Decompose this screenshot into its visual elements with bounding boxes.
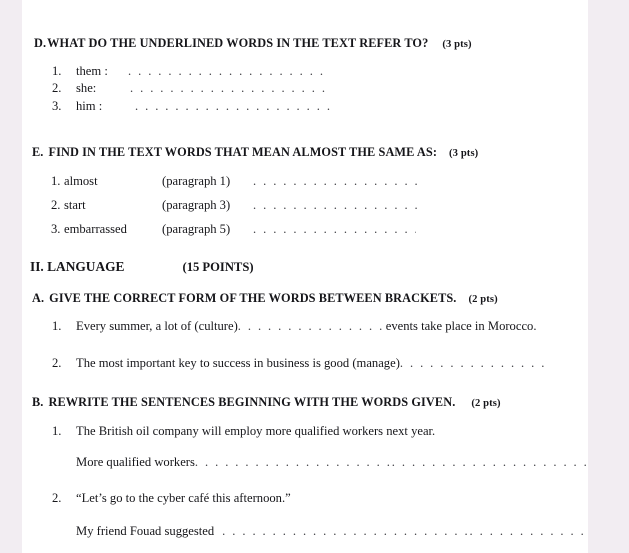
item-word: start bbox=[64, 198, 86, 212]
exam-paper-page: D.WHAT DO THE UNDERLINED WORDS IN THE TE… bbox=[22, 0, 588, 553]
list-item: 1. almost (paragraph 1) . . . . . . . . … bbox=[51, 174, 421, 189]
item-number: 2. bbox=[52, 356, 62, 370]
answer-dotted-line[interactable]: . . . . . . . . . . . . . . . . . . . . … bbox=[253, 174, 421, 189]
question-b-title: REWRITE THE SENTENCES BEGINNING WITH THE… bbox=[48, 395, 456, 409]
item-sentence: “Let’s go to the cyber café this afterno… bbox=[76, 491, 291, 505]
list-item: 1. Every summer, a lot of (culture) . . … bbox=[52, 319, 536, 334]
answer-dotted-line[interactable]: . . . . . . . . . . . . . . . . . . . . … bbox=[253, 198, 423, 213]
answer-prefix: My friend Fouad suggested bbox=[76, 524, 215, 538]
list-item: 1. The British oil company will employ m… bbox=[52, 424, 435, 439]
item-number: 1. bbox=[52, 424, 62, 438]
answer-dotted-line[interactable]: . . . . . . . . . . . . . . . . . . . . … bbox=[400, 356, 550, 371]
item-number: 3. bbox=[52, 99, 62, 113]
question-e-points: (3 pts) bbox=[449, 148, 479, 159]
question-a-points: (2 pts) bbox=[468, 294, 498, 305]
answer-dotted-line[interactable]: . . . . . . . . . . . . . . . . . . . ..… bbox=[195, 455, 588, 470]
section-language-points: (15 POINTS) bbox=[182, 260, 254, 274]
item-number: 1. bbox=[51, 174, 61, 188]
answer-dotted-line[interactable]: . . . . . . . . . . . . . . . . . . . . … bbox=[253, 222, 416, 237]
item-word: embarrassed bbox=[64, 222, 127, 236]
question-a-title: GIVE THE CORRECT FORM OF THE WORDS BETWE… bbox=[49, 291, 457, 305]
answer-prefix: More qualified workers bbox=[76, 455, 195, 469]
question-b-label: B. bbox=[32, 395, 44, 409]
item-word: she: bbox=[76, 81, 97, 95]
item-number: 3. bbox=[51, 222, 61, 236]
item-number: 1. bbox=[52, 64, 62, 78]
list-item: 3. embarrassed (paragraph 5) . . . . . .… bbox=[51, 222, 416, 237]
item-paragraph-ref: (paragraph 3) bbox=[162, 198, 231, 212]
question-e-title: FIND IN THE TEXT WORDS THAT MEAN ALMOST … bbox=[48, 145, 438, 159]
item-sentence: The British oil company will employ more… bbox=[76, 424, 436, 438]
answer-dotted-line[interactable]: . . . . . . . . . . . . . . . . . . . . … bbox=[135, 99, 330, 114]
question-d-label: D. bbox=[34, 36, 47, 50]
item-word: him : bbox=[76, 99, 103, 113]
list-item: 3. him : . . . . . . . . . . . . . . . .… bbox=[52, 99, 330, 114]
item-number: 2. bbox=[51, 198, 61, 212]
answer-line: More qualified workers . . . . . . . . .… bbox=[76, 455, 588, 470]
question-heading-e: E. FIND IN THE TEXT WORDS THAT MEAN ALMOS… bbox=[32, 145, 478, 160]
list-item: 2. start (paragraph 3) . . . . . . . . .… bbox=[51, 198, 423, 213]
item-word: almost bbox=[64, 174, 98, 188]
list-item: 2. The most important key to success in … bbox=[52, 356, 550, 371]
worksheet-sheet: D.WHAT DO THE UNDERLINED WORDS IN THE TE… bbox=[22, 0, 588, 553]
item-paragraph-ref: (paragraph 1) bbox=[162, 174, 231, 188]
question-d-title: WHAT DO THE UNDERLINED WORDS IN THE TEXT… bbox=[47, 36, 429, 50]
list-item: 2. “Let’s go to the cyber café this afte… bbox=[52, 491, 291, 506]
list-item: 2. she: . . . . . . . . . . . . . . . . … bbox=[52, 81, 330, 96]
item-paragraph-ref: (paragraph 5) bbox=[162, 222, 231, 236]
item-tail-text: events take place in Morocco. bbox=[385, 319, 537, 333]
answer-line: My friend Fouad suggested . . . . . . . … bbox=[76, 524, 588, 539]
section-heading-language: II. LANGUAGE (15 POINTS) bbox=[30, 259, 254, 275]
question-a-label: A. bbox=[32, 291, 45, 305]
item-word: them : bbox=[76, 64, 108, 78]
answer-dotted-line[interactable]: . . . . . . . . . . . . . . . . . . . . … bbox=[222, 524, 588, 539]
answer-dotted-line[interactable]: . . . . . . . . . . . . . . . . . . . . … bbox=[128, 64, 328, 79]
item-number: 2. bbox=[52, 81, 62, 95]
item-number: 1. bbox=[52, 319, 62, 333]
item-number: 2. bbox=[52, 491, 62, 505]
question-heading-b: B. REWRITE THE SENTENCES BEGINNING WITH T… bbox=[32, 395, 501, 410]
list-item: 1. them : . . . . . . . . . . . . . . . … bbox=[52, 64, 328, 79]
item-prompt: The most important key to success in bus… bbox=[76, 356, 400, 370]
question-heading-a: A. GIVE THE CORRECT FORM OF THE WORDS BET… bbox=[32, 291, 498, 306]
question-b-points: (2 pts) bbox=[471, 398, 501, 409]
question-d-points: (3 pts) bbox=[442, 39, 472, 50]
item-prompt: Every summer, a lot of (culture) bbox=[76, 319, 238, 333]
answer-dotted-line[interactable]: . . . . . . . . . . . . . . . . . . . . … bbox=[238, 319, 386, 334]
answer-dotted-line[interactable]: . . . . . . . . . . . . . . . . . . . . … bbox=[130, 81, 330, 96]
question-e-label: E. bbox=[32, 145, 44, 159]
section-language-label: II. LANGUAGE bbox=[30, 259, 125, 274]
question-heading-d: D.WHAT DO THE UNDERLINED WORDS IN THE TE… bbox=[34, 36, 472, 51]
